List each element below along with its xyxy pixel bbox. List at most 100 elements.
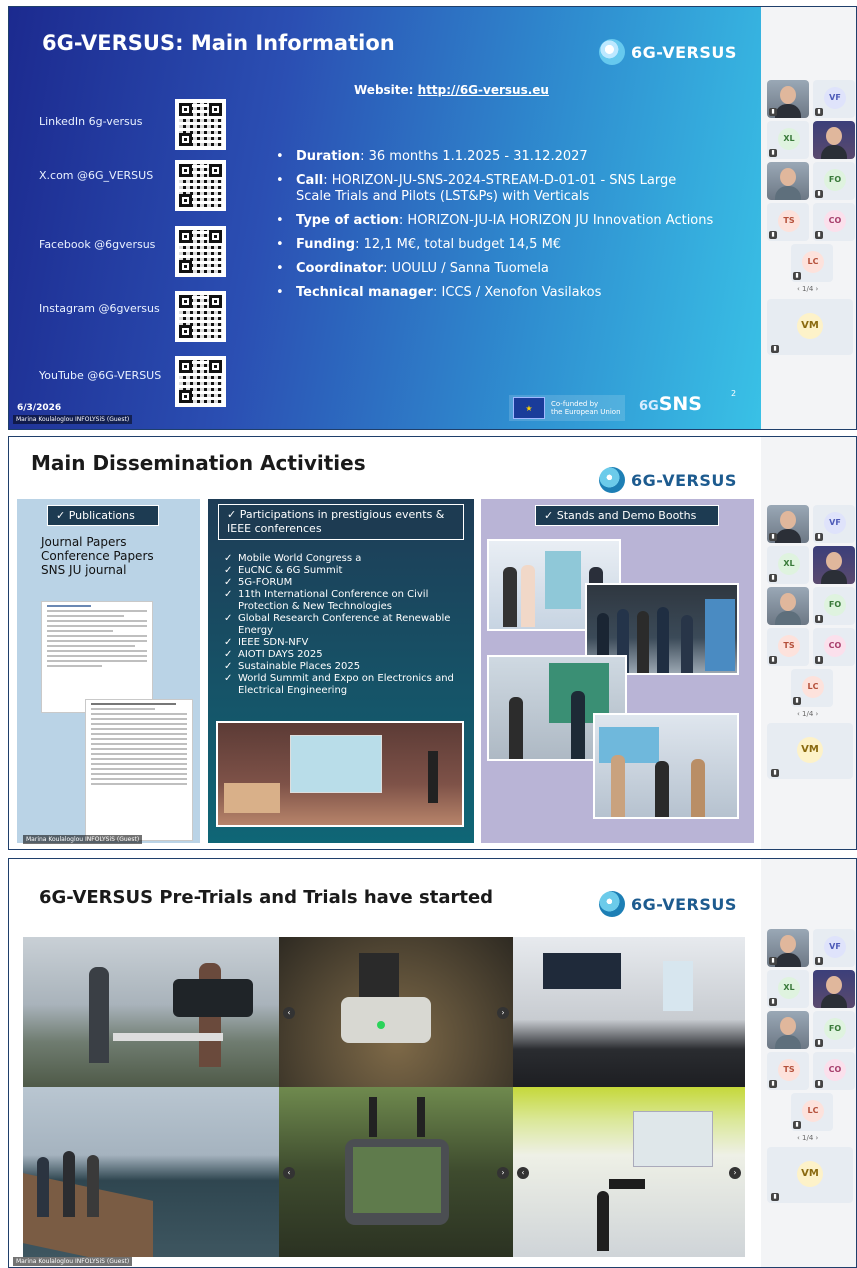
mic-icon: ▮ [769, 533, 777, 541]
list-item: Journal Papers [41, 535, 127, 549]
participant-video-tile[interactable] [767, 587, 809, 625]
active-speaker-tile[interactable]: VM ▮ [767, 299, 853, 355]
events-list: Mobile World Congress a EuCNC & 6G Summi… [224, 553, 468, 697]
next-arrow-icon[interactable]: › [497, 1007, 509, 1019]
list-item: Sustainable Places 2025 [224, 661, 468, 673]
stands-heading: ✓ Stands and Demo Booths [535, 505, 719, 526]
participant-tile-fo[interactable]: FO ▮ [813, 587, 855, 625]
list-item: IEEE SDN-NFV [224, 637, 468, 649]
participant-video-tile[interactable] [767, 162, 809, 200]
participant-tile-fo[interactable]: FO ▮ [813, 162, 855, 200]
participant-tile-lc[interactable]: LC ▮ [791, 669, 833, 707]
website-label: Website: [354, 83, 414, 97]
participant-video-tile[interactable] [767, 1011, 809, 1049]
avatar: FO [824, 594, 846, 616]
trial-photo-field [23, 937, 279, 1087]
mic-icon: ▮ [815, 1039, 823, 1047]
trial-photo-workshop [513, 937, 745, 1087]
social-youtube: YouTube @6G-VERSUS [39, 369, 162, 382]
mic-icon: ▮ [771, 1193, 779, 1201]
avatar: TS [778, 635, 800, 657]
avatar: TS [778, 1059, 800, 1081]
publications-list: Journal Papers Conference Papers SNS JU … [41, 535, 154, 577]
participant-tile-ts[interactable]: TS ▮ [767, 203, 809, 241]
participant-tile-ts[interactable]: TS ▮ [767, 1052, 809, 1090]
participant-video-tile[interactable] [813, 970, 855, 1008]
avatar: XL [778, 553, 800, 575]
avatar: VM [797, 1161, 823, 1187]
participant-tile-vf[interactable]: VF ▮ [813, 929, 855, 967]
mic-icon: ▮ [793, 272, 801, 280]
participant-tile-xl[interactable]: XL ▮ [767, 121, 809, 159]
qr-code-icon [175, 99, 226, 150]
social-facebook: Facebook @6gversus [39, 238, 156, 251]
participant-tile-co[interactable]: CO ▮ [813, 203, 855, 241]
previous-arrow-icon[interactable]: ‹ [283, 1167, 295, 1179]
social-instagram: Instagram @6gversus [39, 302, 160, 315]
participant-tile-co[interactable]: CO ▮ [813, 1052, 855, 1090]
eu-cofunded-badge: ★ Co-funded by the European Union [509, 395, 625, 421]
avatar: VF [824, 512, 846, 534]
mic-icon: ▮ [815, 615, 823, 623]
active-speaker-tile[interactable]: VM ▮ [767, 723, 853, 779]
list-item: Duration: 36 months 1.1.2025 - 31.12.202… [274, 149, 714, 165]
participant-video-tile[interactable] [813, 546, 855, 584]
active-speaker-tile[interactable]: VM ▮ [767, 1147, 853, 1203]
mic-icon: ▮ [769, 231, 777, 239]
participant-tile-xl[interactable]: XL ▮ [767, 970, 809, 1008]
participants-pager[interactable]: ‹ 1/4 › [797, 1134, 818, 1142]
avatar: LC [802, 251, 824, 273]
list-item: Type of action: HORIZON-JU-IA HORIZON JU… [274, 213, 714, 229]
list-item: Coordinator: UOULU / Sanna Tuomela [274, 261, 714, 277]
events-column: ✓ Participations in prestigious events &… [208, 499, 474, 843]
mic-icon: ▮ [815, 231, 823, 239]
list-item: AIOTI DAYS 2025 [224, 649, 468, 661]
avatar: CO [824, 1059, 846, 1081]
participant-tile-ts[interactable]: TS ▮ [767, 628, 809, 666]
participant-tile-co[interactable]: CO ▮ [813, 628, 855, 666]
participant-tile-lc[interactable]: LC ▮ [791, 1093, 833, 1131]
participant-tile-fo[interactable]: FO ▮ [813, 1011, 855, 1049]
next-arrow-icon[interactable]: › [729, 1167, 741, 1179]
participant-video-tile[interactable] [813, 121, 855, 159]
meeting-panel-3: 6G-VERSUS Pre-Trials and Trials have sta… [8, 858, 857, 1268]
mic-icon: ▮ [793, 697, 801, 705]
shared-slide-trials: 6G-VERSUS Pre-Trials and Trials have sta… [9, 859, 761, 1267]
paper-thumbnail [85, 699, 193, 841]
participant-tile-xl[interactable]: XL ▮ [767, 546, 809, 584]
avatar: FO [824, 169, 846, 191]
slide-title: 6G-VERSUS: Main Information [42, 31, 395, 55]
previous-arrow-icon[interactable]: ‹ [283, 1007, 295, 1019]
participant-video-tile[interactable]: ▮ [767, 80, 809, 118]
participants-pager[interactable]: ‹ 1/4 › [797, 285, 818, 293]
next-arrow-icon[interactable]: › [497, 1167, 509, 1179]
participant-video-tile[interactable]: ▮ [767, 505, 809, 543]
slide-date: 6/3/2026 [17, 403, 62, 413]
website-link[interactable]: http://6G-versus.eu [418, 83, 549, 97]
slide-title: 6G-VERSUS Pre-Trials and Trials have sta… [39, 887, 494, 908]
publications-heading: ✓ Publications [47, 505, 159, 526]
list-item: Technical manager: ICCS / Xenofon Vasila… [274, 285, 714, 301]
conference-photo [216, 721, 464, 827]
paper-thumbnail [41, 601, 153, 713]
avatar: FO [824, 1018, 846, 1040]
logo-text: 6G-VERSUS [631, 470, 737, 490]
presenter-name-tag: Marina Koulaloglou INFOLYSiS (Guest) [13, 1257, 133, 1266]
participant-tile-lc[interactable]: LC ▮ [791, 244, 833, 282]
previous-arrow-icon[interactable]: ‹ [517, 1167, 529, 1179]
presenter-name-tag: Marina Koulaloglou INFOLYSiS (Guest) [23, 835, 143, 844]
qr-code-icon [175, 226, 226, 277]
shared-slide-dissemination: Main Dissemination Activities 6G-VERSUS … [9, 437, 761, 849]
mic-icon: ▮ [769, 998, 777, 1006]
participant-tile-vf[interactable]: VF ▮ [813, 80, 855, 118]
participant-tile-vf[interactable]: VF ▮ [813, 505, 855, 543]
list-item: Call: HORIZON-JU-SNS-2024-STREAM-D-01-01… [274, 173, 714, 205]
avatar: XL [778, 977, 800, 999]
mic-icon: ▮ [769, 656, 777, 664]
participants-pager[interactable]: ‹ 1/4 › [797, 710, 818, 718]
avatar: LC [802, 676, 824, 698]
avatar: CO [824, 210, 846, 232]
list-item: EuCNC & 6G Summit [224, 565, 468, 577]
list-item: World Summit and Expo on Electronics and… [224, 673, 468, 697]
participant-video-tile[interactable]: ▮ [767, 929, 809, 967]
